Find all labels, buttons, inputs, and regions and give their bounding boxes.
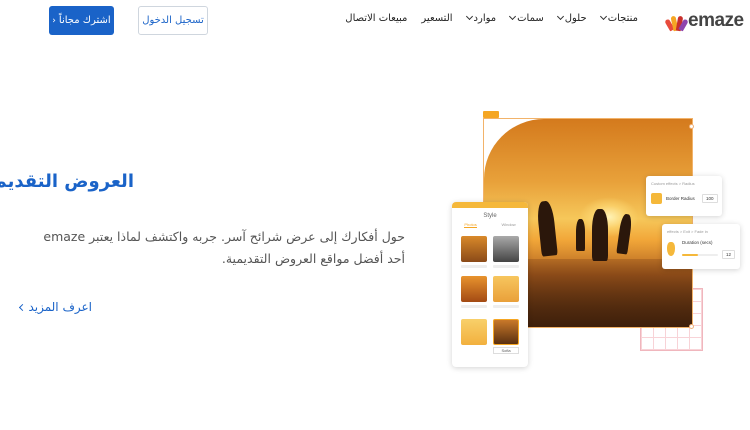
nav-products[interactable]: منتجات: [599, 12, 638, 24]
drop-icon: [667, 242, 675, 256]
style-thumb: [493, 276, 519, 302]
style-thumb: [493, 236, 519, 262]
nav-resources[interactable]: موارد: [465, 12, 497, 24]
selected-style-label: Sofia: [493, 347, 519, 354]
radius-label: Border Radius: [666, 196, 695, 201]
style-tab-window: Window: [501, 222, 516, 227]
emaze-logo-icon: [664, 9, 689, 33]
nav-contact-sales-label: مبيعات الاتصال: [345, 13, 408, 24]
resize-handle: [689, 124, 694, 129]
style-panel-title: Style: [483, 213, 497, 219]
nav-contact-sales[interactable]: مبيعات الاتصال: [345, 13, 407, 24]
logo-text: emaze: [688, 10, 744, 31]
fade-value: 12: [722, 250, 736, 259]
nav-products-label: منتجات: [607, 13, 638, 24]
style-thumb: [461, 319, 487, 345]
site-header: اشترك مجاناً ‹ تسجيل الدخول منتجات حلول …: [0, 0, 750, 42]
fade-card: effects > Exit > Fade in Duration (secs)…: [662, 224, 740, 269]
radius-card-path: Custom effects > Radius: [651, 181, 695, 186]
signup-label: اشترك مجاناً: [58, 15, 111, 26]
nav-themes-label: سمات: [517, 13, 544, 24]
login-button[interactable]: تسجيل الدخول: [138, 6, 208, 35]
chevron-left-icon: [19, 303, 27, 311]
learn-more-label: اعرف المزيد: [28, 300, 92, 314]
radius-card: Custom effects > Radius Border Radius 10…: [646, 176, 722, 216]
nav-solutions[interactable]: حلول: [556, 12, 587, 24]
duration-slider: [682, 254, 698, 256]
style-panel: Style Photos Window Sofia: [452, 202, 528, 367]
chevron-down-icon: [599, 12, 607, 21]
emaze-logo[interactable]: emaze: [664, 7, 750, 35]
person-silhouette: [536, 200, 558, 257]
learn-more-link[interactable]: اعرف المزيد: [19, 300, 92, 314]
style-thumb-selected: [493, 319, 519, 345]
resize-handle: [689, 324, 694, 329]
nav-themes[interactable]: سمات: [509, 12, 544, 24]
style-tabs: Photos Window: [452, 222, 528, 228]
chevron-left-icon: ‹: [52, 15, 56, 26]
style-thumb: [461, 276, 487, 302]
hero-title: العروض التقديمية: [0, 171, 134, 192]
nav-pricing[interactable]: التسعير: [421, 13, 452, 24]
main-nav: منتجات حلول سمات موارد التسعير مبيعات ال…: [345, 12, 638, 24]
fade-card-path: effects > Exit > Fade in: [667, 229, 708, 234]
person-silhouette: [592, 209, 608, 261]
chevron-down-icon: [509, 12, 517, 21]
chevron-down-icon: [465, 12, 473, 21]
hero-illustration: Style Photos Window Sofia Custom effects…: [450, 108, 750, 373]
style-tab-photos: Photos: [464, 222, 477, 228]
style-thumb: [461, 236, 487, 262]
person-silhouette: [576, 219, 585, 251]
nav-resources-label: موارد: [473, 13, 497, 24]
color-swatch: [651, 193, 662, 204]
frame-tag: [483, 111, 499, 118]
hero-description: حول أفكارك إلى عرض شرائح آسر. جربه واكتش…: [43, 229, 405, 266]
nav-pricing-label: التسعير: [421, 13, 453, 24]
radius-value: 100: [702, 194, 718, 203]
signup-button[interactable]: اشترك مجاناً ‹: [49, 6, 114, 35]
fade-label: Duration (secs): [682, 240, 713, 245]
nav-solutions-label: حلول: [564, 13, 587, 24]
chevron-down-icon: [556, 12, 564, 21]
